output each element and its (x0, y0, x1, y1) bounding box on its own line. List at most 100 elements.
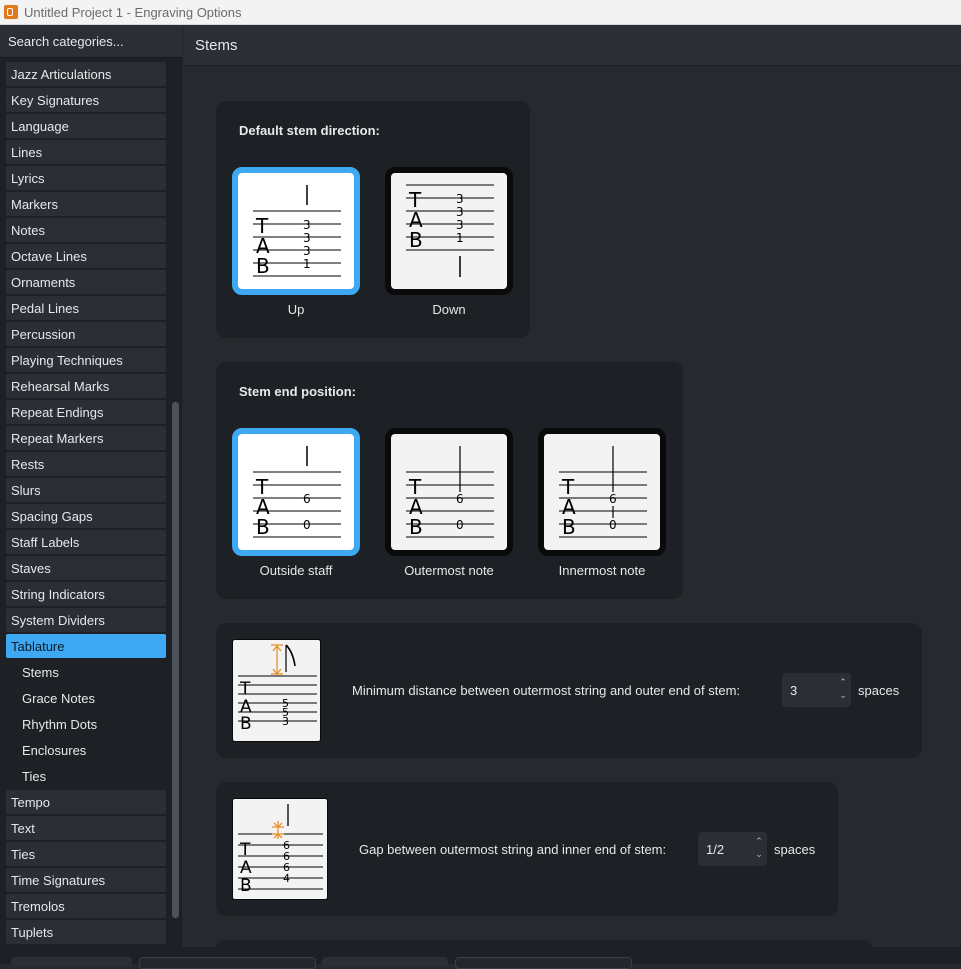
category-item[interactable]: Playing Techniques (6, 348, 166, 372)
stem-down-label: Down (432, 302, 466, 317)
innermost-note-label: Innermost note (558, 563, 646, 578)
chevron-up-icon[interactable]: ⌃ (753, 835, 765, 848)
category-item[interactable]: Lyrics (6, 166, 166, 190)
category-item[interactable]: Spacing Gaps (6, 504, 166, 528)
fret-number: 1 (303, 257, 311, 271)
category-item[interactable]: Repeat Markers (6, 426, 166, 450)
tab-letter-b: B (240, 876, 252, 896)
spin-arrows: ⌃ ⌄ (837, 676, 849, 704)
fret-number: 3 (303, 218, 311, 232)
min-distance-spinbox[interactable]: 3 ⌃ ⌄ (782, 673, 851, 707)
category-item[interactable]: Staff Labels (6, 530, 166, 554)
category-item[interactable]: Markers (6, 192, 166, 216)
fret-number: 0 (456, 518, 464, 532)
category-item[interactable]: Pedal Lines (6, 296, 166, 320)
category-item[interactable]: Notes (6, 218, 166, 242)
spin-arrows: ⌃ ⌄ (753, 835, 765, 863)
subcategory-item[interactable]: Rhythm Dots (6, 712, 166, 736)
min-distance-unit: spaces (858, 683, 900, 698)
tab-staff-up-illustration: T A B 3 3 3 1 (253, 185, 341, 278)
gap-value: 1/2 (706, 841, 725, 857)
tab-letter-b: B (256, 515, 270, 539)
fret-number: 3 (303, 244, 311, 258)
innermost-note-option[interactable]: T A B 6 0 (538, 428, 666, 556)
category-item[interactable]: Key Signatures (6, 88, 166, 112)
chevron-up-icon[interactable]: ⌃ (837, 676, 849, 689)
category-list: Jazz Articulations Key Signatures Langua… (6, 62, 166, 946)
tab-staff-down-illustration: T A B 3 3 3 1 (406, 184, 494, 277)
outermost-note-option[interactable]: T A B 6 0 (385, 428, 513, 556)
subcategory-item[interactable]: Grace Notes (6, 686, 166, 710)
chevron-down-icon[interactable]: ⌄ (753, 848, 765, 861)
fret-number: 3 (303, 231, 311, 245)
category-item[interactable]: Text (6, 816, 166, 840)
fret-number: 6 (456, 492, 464, 506)
tab-letter-t: T (239, 840, 251, 860)
category-item[interactable]: Language (6, 114, 166, 138)
footer-button[interactable] (11, 957, 132, 967)
fret-number: 4 (283, 872, 290, 885)
tab-staff-outside-illustration: T A B 6 0 (253, 446, 341, 539)
page-title: Stems (195, 36, 238, 54)
category-item[interactable]: Octave Lines (6, 244, 166, 268)
stem-end-title: Stem end position: (239, 384, 356, 399)
category-item[interactable]: Time Signatures (6, 868, 166, 892)
category-item[interactable]: String Indicators (6, 582, 166, 606)
fret-number: 1 (456, 231, 464, 245)
gap-illustration: T A B 6 6 6 4 (232, 798, 328, 900)
min-distance-value: 3 (790, 682, 798, 698)
gap-spinbox[interactable]: 1/2 ⌃ ⌄ (698, 832, 767, 866)
app-logo-icon (4, 5, 18, 19)
footer-button[interactable] (139, 957, 316, 969)
subcategory-item[interactable]: Ties (6, 764, 166, 788)
tab-letter-a: A (240, 858, 252, 878)
category-item[interactable]: Percussion (6, 322, 166, 346)
category-item[interactable]: Tuplets (6, 920, 166, 944)
stem-up-option[interactable]: T A B 3 3 3 1 (232, 167, 360, 295)
category-search-input[interactable]: Search categories... (0, 25, 182, 58)
fret-number: 3 (456, 218, 464, 232)
fret-number: 3 (456, 205, 464, 219)
tab-letter-b: B (409, 515, 423, 539)
subcategory-item-stems[interactable]: Stems (6, 660, 166, 684)
category-item[interactable]: Rehearsal Marks (6, 374, 166, 398)
fret-number: 6 (609, 492, 617, 506)
category-item[interactable]: Rests (6, 452, 166, 476)
tab-letter-b: B (409, 228, 423, 252)
category-item[interactable]: Ties (6, 842, 166, 866)
sidebar-scrollbar-thumb[interactable] (172, 402, 179, 918)
outside-staff-label: Outside staff (259, 563, 333, 578)
footer-button[interactable] (322, 957, 448, 967)
fret-number: 0 (609, 518, 617, 532)
tab-staff-innermost-illustration: T A B 6 0 (559, 446, 647, 539)
category-item[interactable]: Staves (6, 556, 166, 580)
category-item[interactable]: Tempo (6, 790, 166, 814)
chevron-down-icon[interactable]: ⌄ (837, 689, 849, 702)
outside-staff-option[interactable]: T A B 6 0 (232, 428, 360, 556)
category-item[interactable]: System Dividers (6, 608, 166, 632)
stem-down-option[interactable]: T A B 3 3 3 1 (385, 167, 513, 295)
fret-number: 3 (456, 192, 464, 206)
next-option-panel (216, 940, 872, 947)
tab-staff-outermost-illustration: T A B 6 0 (406, 446, 494, 539)
category-sidebar: Search categories... Jazz Articulations … (0, 25, 182, 947)
stem-direction-title: Default stem direction: (239, 123, 380, 138)
min-distance-label: Minimum distance between outermost strin… (352, 683, 741, 698)
title-bar: Untitled Project 1 - Engraving Options (0, 0, 961, 25)
subcategory-item[interactable]: Enclosures (6, 738, 166, 762)
tab-letter-t: T (239, 679, 251, 699)
min-distance-illustration: T A B 5 5 3 (232, 639, 321, 742)
category-item-tablature[interactable]: Tablature (6, 634, 166, 658)
category-item[interactable]: Slurs (6, 478, 166, 502)
fret-number: 0 (303, 518, 311, 532)
category-item[interactable]: Tremolos (6, 894, 166, 918)
footer-button[interactable] (455, 957, 632, 969)
category-item[interactable]: Repeat Endings (6, 400, 166, 424)
category-item[interactable]: Jazz Articulations (6, 62, 166, 86)
gap-diagram: T A B 6 6 6 4 (238, 804, 323, 896)
gap-unit: spaces (774, 842, 816, 857)
category-item[interactable]: Ornaments (6, 270, 166, 294)
stem-up-label: Up (287, 302, 305, 317)
fret-number: 3 (282, 715, 289, 728)
category-item[interactable]: Lines (6, 140, 166, 164)
